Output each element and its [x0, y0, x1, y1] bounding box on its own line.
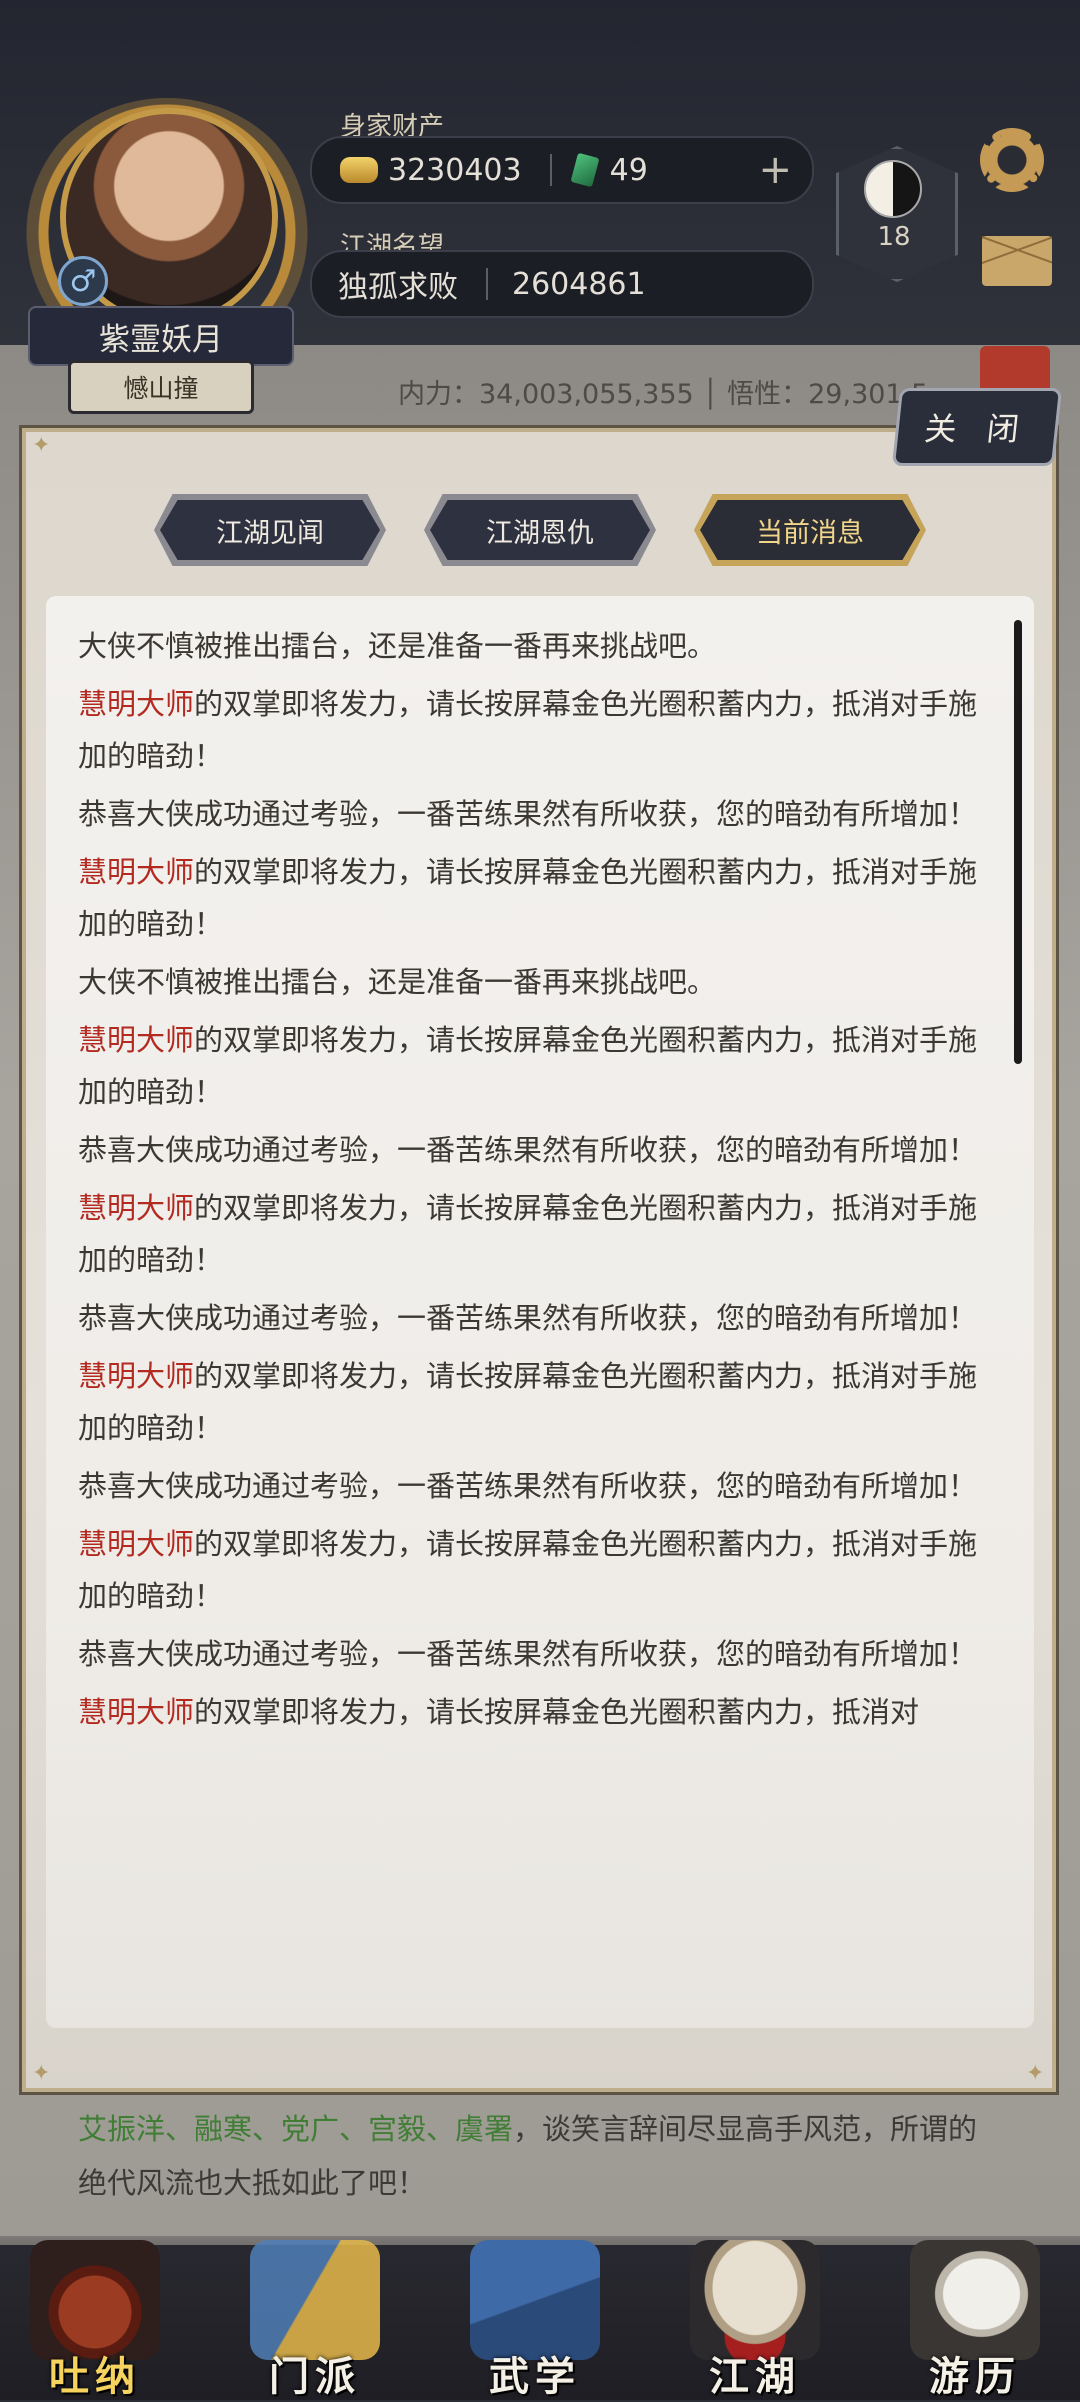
- level-number: 18: [877, 222, 911, 252]
- message-npc-name: 慧明大师: [78, 855, 195, 889]
- message-text: 的双掌即将发力，请长按屏幕金色光圈积蓄内力，抵消对手施加的暗劲！: [78, 1527, 978, 1613]
- message-list-panel[interactable]: 大侠不慎被推出擂台，还是准备一番再来挑战吧。 慧明大师的双掌即将发力，请长按屏幕金…: [46, 596, 1034, 2028]
- message-npc-name: 慧明大师: [78, 1023, 195, 1057]
- nav-item-wuxue[interactable]: 武学: [460, 2240, 610, 2400]
- message-item: 慧明大师的双掌即将发力，请长按屏幕金色光圈积蓄内力，抵消对手施加的暗劲！: [78, 678, 994, 782]
- message-text: 的双掌即将发力，请长按屏幕金色光圈积蓄内力，抵消对手施加的暗劲！: [78, 1191, 978, 1277]
- message-item: 慧明大师的双掌即将发力，请长按屏幕金色光圈积蓄内力，抵消对手施加的暗劲！: [78, 846, 994, 950]
- message-npc-name: 慧明大师: [78, 1359, 195, 1393]
- divider: [549, 154, 552, 186]
- message-text: 的双掌即将发力，请长按屏幕金色光圈积蓄内力，抵消对手施加的暗劲！: [78, 1359, 978, 1445]
- stats-line: 内力：34,003,055,355 │ 悟性：29,301,5: [398, 379, 929, 410]
- message-item: 恭喜大侠成功通过考验，一番苦练果然有所收获，您的暗劲有所增加！: [78, 1124, 994, 1176]
- divider: [486, 268, 488, 300]
- message-list: 大侠不慎被推出擂台，还是准备一番再来挑战吧。 慧明大师的双掌即将发力，请长按屏幕金…: [78, 620, 994, 1744]
- nav-label: 游历: [929, 2353, 1021, 2400]
- settings-gear-icon[interactable]: [980, 128, 1044, 192]
- coin-amount: 3230403: [388, 152, 522, 188]
- message-text: 大侠不慎被推出擂台，还是准备一番再来挑战吧。: [78, 965, 717, 999]
- jade-amount: 49: [609, 152, 648, 188]
- reputation-rank: 独孤求败: [338, 270, 458, 305]
- wealth-bar: 3230403 49 +: [310, 136, 814, 204]
- message-text: 的双掌即将发力，请长按屏幕金色光圈积蓄内力，抵消对手施加的暗劲！: [78, 687, 978, 773]
- message-item: 慧明大师的双掌即将发力，请长按屏幕金色光圈积蓄内力，抵消对手施加的暗劲！: [78, 1350, 994, 1454]
- story-names: 艾振洋、融寒、党广、宫毅、虞署: [78, 2112, 514, 2146]
- yin-yang-icon: [864, 160, 922, 218]
- message-text: 恭喜大侠成功通过考验，一番苦练果然有所收获，您的暗劲有所增加！: [78, 797, 978, 831]
- gold-ingot-icon: [340, 157, 378, 183]
- tab-jianghu-news[interactable]: 江湖见闻: [160, 500, 380, 560]
- tab-current-messages[interactable]: 当前消息: [700, 500, 920, 560]
- close-button[interactable]: 关 闭: [891, 388, 1063, 466]
- corner-ornament-icon: ✦: [32, 433, 51, 458]
- message-text: 的双掌即将发力，请长按屏幕金色光圈积蓄内力，抵消对: [194, 1695, 920, 1729]
- message-npc-name: 慧明大师: [78, 1191, 195, 1225]
- jade-icon: [570, 152, 600, 188]
- nav-item-jianghu[interactable]: 江湖: [680, 2240, 830, 2400]
- gourd-icon: [30, 2240, 160, 2360]
- male-gender-icon: ♂: [58, 256, 108, 306]
- horse-icon: [910, 2240, 1040, 2360]
- message-item: 恭喜大侠成功通过考验，一番苦练果然有所收获，您的暗劲有所增加！: [78, 1460, 994, 1512]
- message-text: 恭喜大侠成功通过考验，一番苦练果然有所收获，您的暗劲有所增加！: [78, 1469, 978, 1503]
- message-item: 大侠不慎被推出擂台，还是准备一番再来挑战吧。: [78, 956, 994, 1008]
- message-npc-name: 慧明大师: [78, 687, 195, 721]
- scrollbar[interactable]: [1014, 620, 1022, 1064]
- message-text: 恭喜大侠成功通过考验，一番苦练果然有所收获，您的暗劲有所增加！: [78, 1301, 978, 1335]
- message-item: 大侠不慎被推出擂台，还是准备一番再来挑战吧。: [78, 620, 994, 672]
- corner-ornament-icon: ✦: [32, 2061, 51, 2086]
- player-title: 憾山撞: [68, 360, 254, 414]
- message-item: 慧明大师的双掌即将发力，请长按屏幕金色光圈积蓄内力，抵消对手施加的暗劲！: [78, 1518, 994, 1622]
- nav-item-youli[interactable]: 游历: [900, 2240, 1050, 2400]
- mail-icon[interactable]: [982, 236, 1052, 286]
- message-npc-name: 慧明大师: [78, 1695, 195, 1729]
- nav-label: 江湖: [709, 2353, 801, 2400]
- message-text: 的双掌即将发力，请长按屏幕金色光圈积蓄内力，抵消对手施加的暗劲！: [78, 855, 978, 941]
- banner-icon: [250, 2240, 380, 2360]
- message-item: 慧明大师的双掌即将发力，请长按屏幕金色光圈积蓄内力，抵消对: [78, 1686, 994, 1738]
- nav-item-menpai[interactable]: 门派: [240, 2240, 390, 2400]
- add-currency-button[interactable]: +: [758, 147, 792, 193]
- tab-jianghu-feuds[interactable]: 江湖恩仇: [430, 500, 650, 560]
- corner-ornament-icon: ✦: [1026, 2061, 1045, 2086]
- reputation-bar: 独孤求败 2604861: [310, 250, 814, 318]
- message-item: 恭喜大侠成功通过考验，一番苦练果然有所收获，您的暗劲有所增加！: [78, 1292, 994, 1344]
- reputation-value: 2604861: [512, 266, 646, 302]
- nav-label: 吐纳: [49, 2353, 141, 2400]
- message-item: 慧明大师的双掌即将发力，请长按屏幕金色光圈积蓄内力，抵消对手施加的暗劲！: [78, 1014, 994, 1118]
- story-text: 艾振洋、融寒、党广、宫毅、虞署，谈笑言辞间尽显高手风范，所谓的绝代风流也大抵如此…: [78, 2102, 998, 2210]
- message-text: 大侠不慎被推出擂台，还是准备一番再来挑战吧。: [78, 629, 717, 663]
- message-item: 恭喜大侠成功通过考验，一番苦练果然有所收获，您的暗劲有所增加！: [78, 1628, 994, 1680]
- nav-label: 门派: [269, 2353, 361, 2400]
- message-text: 恭喜大侠成功通过考验，一番苦练果然有所收获，您的暗劲有所增加！: [78, 1637, 978, 1671]
- scroll-book-icon: [470, 2240, 600, 2360]
- message-item: 慧明大师的双掌即将发力，请长按屏幕金色光圈积蓄内力，抵消对手施加的暗劲！: [78, 1182, 994, 1286]
- message-text: 恭喜大侠成功通过考验，一番苦练果然有所收获，您的暗劲有所增加！: [78, 1133, 978, 1167]
- nav-item-tuna[interactable]: 吐纳: [20, 2240, 170, 2400]
- message-text: 的双掌即将发力，请长按屏幕金色光圈积蓄内力，抵消对手施加的暗劲！: [78, 1023, 978, 1109]
- player-name: 紫霊妖月: [28, 306, 294, 366]
- message-item: 恭喜大侠成功通过考验，一番苦练果然有所收获，您的暗劲有所增加！: [78, 788, 994, 840]
- bamboo-hat-icon: [690, 2240, 820, 2360]
- nav-label: 武学: [489, 2353, 581, 2400]
- message-npc-name: 慧明大师: [78, 1527, 195, 1561]
